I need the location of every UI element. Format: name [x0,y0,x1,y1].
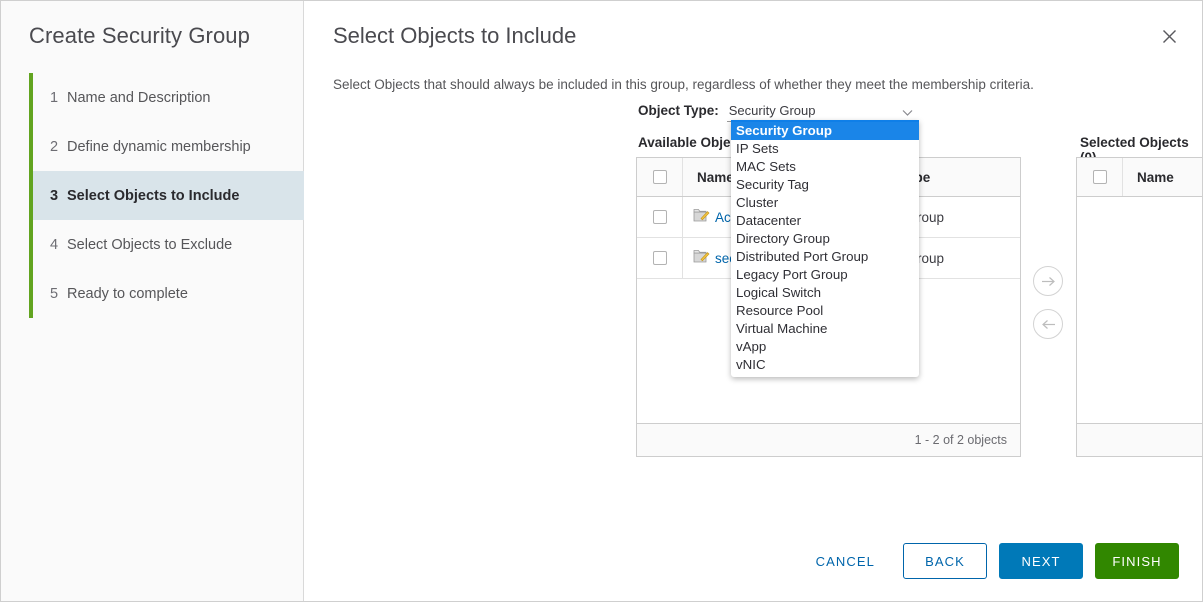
wizard-step-list: 1 Name and Description 2 Define dynamic … [29,73,304,318]
select-all-cell [1077,158,1123,196]
sidebar-item-select-objects-to-exclude[interactable]: 4 Select Objects to Exclude [33,220,304,269]
chevron-down-icon [902,105,913,120]
object-type-label: Object Type: [638,103,719,118]
column-header-name: Name [1123,158,1203,196]
step-label: Ready to complete [67,286,188,302]
object-type-selected-value: Security Group [729,103,816,118]
step-label: Select Objects to Exclude [67,237,232,253]
dropdown-option-vapp[interactable]: vApp [731,338,919,356]
object-type-dropdown-menu[interactable]: Security Group IP Sets MAC Sets Security… [731,120,919,377]
back-button[interactable]: BACK [903,543,987,579]
finish-button[interactable]: FINISH [1095,543,1179,579]
row-checkbox[interactable] [653,251,667,265]
step-number: 4 [50,237,67,253]
close-icon[interactable] [1156,23,1182,49]
dialog-footer: CANCEL BACK NEXT FINISH [800,543,1179,579]
main-pane: Select Objects to Include Select Objects… [305,1,1202,601]
dropdown-option-cluster[interactable]: Cluster [731,194,919,212]
step-label: Select Objects to Include [67,188,239,204]
row-select-cell [637,197,683,237]
sidebar-item-name-and-description[interactable]: 1 Name and Description [33,73,304,122]
step-number: 5 [50,286,67,302]
step-number: 1 [50,90,67,106]
arrow-right-icon[interactable] [1033,266,1063,296]
dropdown-option-mac-sets[interactable]: MAC Sets [731,158,919,176]
wizard-title: Create Security Group [29,23,250,49]
select-all-cell [637,158,683,196]
sidebar-item-select-objects-to-include[interactable]: 3 Select Objects to Include [33,171,304,220]
row-select-cell [637,238,683,278]
next-button[interactable]: NEXT [999,543,1083,579]
available-table-footer: 1 - 2 of 2 objects [637,423,1020,456]
selected-table-footer: 0 objects [1077,423,1203,456]
dropdown-option-vnic[interactable]: vNIC [731,356,919,374]
selected-objects-table: Name Object Type 0 objects [1076,157,1203,457]
arrow-left-icon[interactable] [1033,309,1063,339]
dropdown-option-virtual-machine[interactable]: Virtual Machine [731,320,919,338]
security-group-icon [693,208,710,226]
step-label: Name and Description [67,90,210,106]
cancel-button[interactable]: CANCEL [800,543,891,579]
wizard-sidebar: Create Security Group 1 Name and Descrip… [1,1,304,602]
create-security-group-dialog: Create Security Group 1 Name and Descrip… [0,0,1203,602]
dropdown-option-security-group[interactable]: Security Group [731,122,919,140]
dropdown-option-distributed-port-group[interactable]: Distributed Port Group [731,248,919,266]
dropdown-option-datacenter[interactable]: Datacenter [731,212,919,230]
dropdown-option-ip-sets[interactable]: IP Sets [731,140,919,158]
step-number: 3 [50,188,67,204]
security-group-icon [693,249,710,267]
page-title: Select Objects to Include [333,23,576,49]
object-type-select[interactable]: Security Group [727,102,915,122]
sidebar-item-ready-to-complete[interactable]: 5 Ready to complete [33,269,304,318]
dropdown-option-resource-pool[interactable]: Resource Pool [731,302,919,320]
page-description: Select Objects that should always be inc… [333,77,1034,92]
object-type-row: Object Type: Security Group [638,102,915,122]
dropdown-option-directory-group[interactable]: Directory Group [731,230,919,248]
step-label: Define dynamic membership [67,139,251,155]
table-header-row: Name Object Type [1077,158,1203,197]
row-checkbox[interactable] [653,210,667,224]
sidebar-item-define-dynamic-membership[interactable]: 2 Define dynamic membership [33,122,304,171]
select-all-checkbox[interactable] [1093,170,1107,184]
select-all-checkbox[interactable] [653,170,667,184]
step-number: 2 [50,139,67,155]
dropdown-option-logical-switch[interactable]: Logical Switch [731,284,919,302]
transfer-controls [1033,266,1063,339]
dropdown-option-legacy-port-group[interactable]: Legacy Port Group [731,266,919,284]
dropdown-option-security-tag[interactable]: Security Tag [731,176,919,194]
